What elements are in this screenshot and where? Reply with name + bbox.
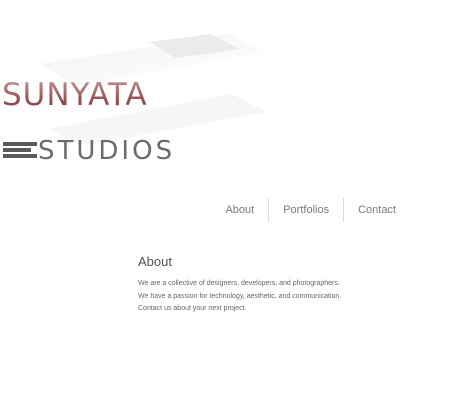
about-section: About We are a collective of designers, … — [138, 254, 398, 316]
page: SUNYATA STUDIOS About Portfolios Contact… — [0, 0, 450, 400]
logo[interactable]: SUNYATA STUDIOS — [0, 34, 270, 164]
about-line: Contact us about your next project. — [138, 305, 247, 312]
nav-contact-link[interactable]: Contact — [344, 199, 410, 221]
main-nav: About Portfolios Contact — [211, 198, 410, 222]
nav-portfolios-link[interactable]: Portfolios — [269, 199, 343, 221]
about-line: We are a collective of designers, develo… — [138, 280, 340, 287]
about-line: We have a passion for technology, aesthe… — [138, 292, 342, 300]
logo-bars-icon — [3, 142, 37, 160]
nav-about-link[interactable]: About — [211, 199, 268, 221]
about-heading: About — [138, 254, 172, 269]
logo-wordmark-top: SUNYATA — [2, 77, 148, 113]
logo-wordmark-bottom: STUDIOS — [38, 136, 176, 166]
